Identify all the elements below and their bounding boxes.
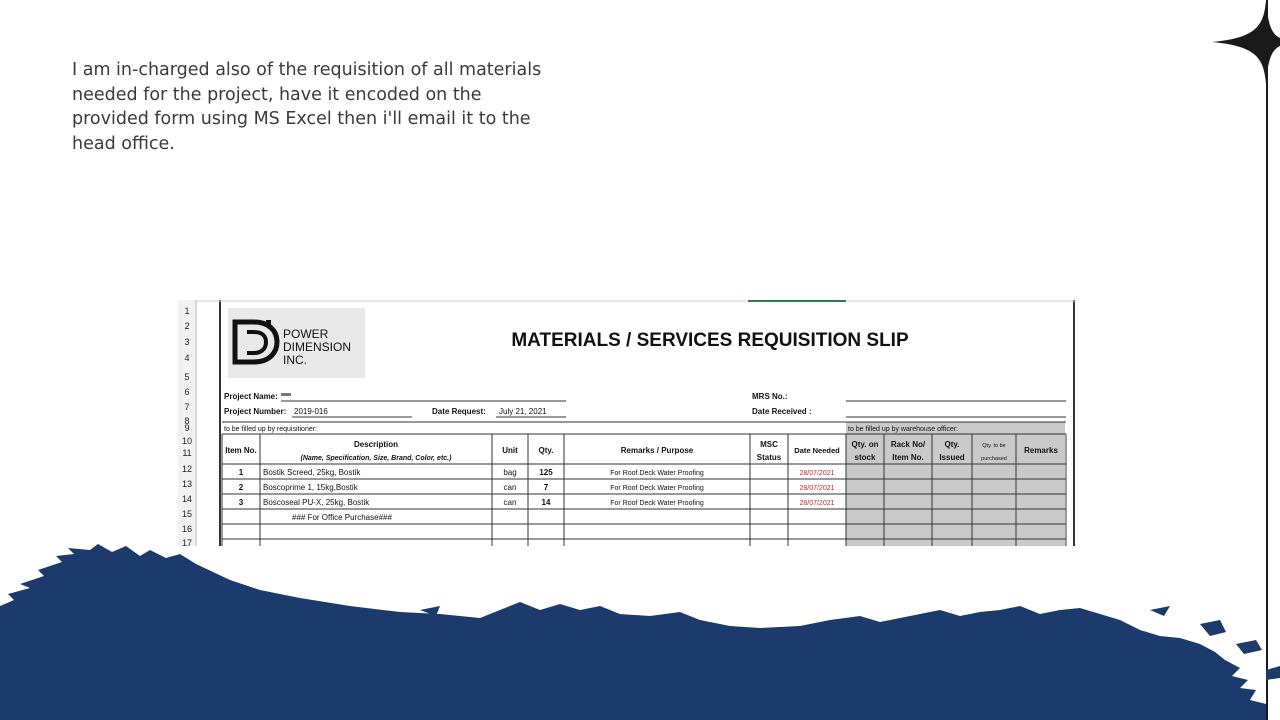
row-number: 12: [182, 464, 192, 474]
header-item-no-2: Item No.: [892, 453, 924, 462]
row1-no: 1: [239, 468, 244, 477]
row1-purpose: For Roof Deck Water Proofing: [610, 470, 704, 477]
row1-date: 28/07/2021: [799, 470, 834, 477]
mrs-no-label: MRS No.:: [752, 392, 788, 401]
row2-date: 28/07/2021: [799, 485, 834, 492]
header-description-sub: (Name, Specification, Size, Brand, Color…: [301, 455, 453, 462]
row1-desc: Bostik Screed, 25kg, Bostik: [263, 468, 361, 477]
brush-stroke-decoration: [0, 544, 1280, 720]
slide-paragraph: I am in-charged also of the requisition …: [72, 60, 542, 154]
header-date-needed: Date Needed: [794, 446, 840, 455]
row2-purpose: For Roof Deck Water Proofing: [610, 485, 704, 492]
project-number-value: 2019-016: [294, 407, 328, 416]
requisition-slip-screenshot: 1 2 3 4 5 6 7 8 9 10 11 12 13 14 15 16 17 POWER DIMENSIO…: [178, 300, 1076, 546]
row-number: 4: [184, 353, 189, 363]
header-msc-status: Status: [757, 453, 782, 462]
four-point-star-icon: [1212, 0, 1280, 84]
header-remarks: Remarks: [1024, 446, 1058, 455]
row2-no: 2: [239, 483, 244, 492]
row2-unit: can: [504, 483, 517, 492]
header-qty-issued-1: Qty.: [945, 440, 960, 449]
header-rack-no: Rack No/: [891, 440, 926, 449]
row-number: 9: [184, 423, 189, 433]
row2-desc: Boscoprime 1, 15kg,Bostik: [263, 483, 359, 492]
office-purchase-note: ### For Office Purchase###: [292, 513, 392, 522]
warehouse-note: to be filled up by warehouse officer:: [848, 426, 958, 433]
row-number: 5: [184, 372, 189, 382]
row-number: 3: [184, 337, 189, 347]
header-qty-to-be: Qty. to be: [982, 443, 1005, 449]
row-number: 2: [184, 321, 189, 331]
header-qty-on: Qty. on: [852, 440, 879, 449]
form-title: MATERIALS / SERVICES REQUISITION SLIP: [511, 330, 909, 351]
row-number: 13: [182, 479, 192, 489]
row3-date: 28/07/2021: [799, 500, 834, 507]
row-number: 15: [182, 509, 192, 519]
logo-text-line2: DIMENSION: [283, 340, 351, 354]
date-received-label: Date Received :: [752, 407, 812, 416]
header-qty: Qty.: [539, 446, 554, 455]
logo-text-line1: POWER: [283, 327, 329, 341]
project-number-label: Project Number:: [224, 407, 286, 416]
row-number: 16: [182, 524, 192, 534]
row-number: 14: [182, 494, 192, 504]
row2-qty: 7: [544, 483, 549, 492]
row-number: 7: [184, 402, 189, 412]
row-number: 6: [184, 387, 189, 397]
header-qty-issued-2: Issued: [939, 453, 964, 462]
header-qty-stock: stock: [855, 453, 876, 462]
header-unit: Unit: [502, 446, 518, 455]
date-request-label: Date Request:: [432, 407, 486, 416]
row-number: 1: [184, 306, 189, 316]
row-number: 11: [182, 448, 191, 458]
header-remarks-purpose: Remarks / Purpose: [621, 446, 694, 455]
header-msc: MSC: [760, 440, 778, 449]
row-number: 10: [182, 436, 192, 446]
date-request-value: July 21, 2021: [499, 407, 547, 416]
row3-qty: 14: [542, 498, 551, 507]
row3-no: 3: [239, 498, 244, 507]
header-description: Description: [354, 440, 398, 449]
row1-qty: 125: [539, 468, 553, 477]
row1-unit: bag: [503, 468, 516, 477]
project-name-label: Project Name:: [224, 392, 278, 401]
row3-desc: Boscoseal PU-X, 25kg, Bostik: [263, 498, 370, 507]
header-purchased: purchased: [981, 456, 1007, 462]
header-item-no: Item No.: [225, 446, 257, 455]
requisitioner-note: to be filled up by requisitioner:: [224, 426, 317, 433]
row3-unit: can: [504, 498, 517, 507]
logo-text-line3: INC.: [283, 353, 307, 367]
row3-purpose: For Roof Deck Water Proofing: [610, 500, 704, 507]
